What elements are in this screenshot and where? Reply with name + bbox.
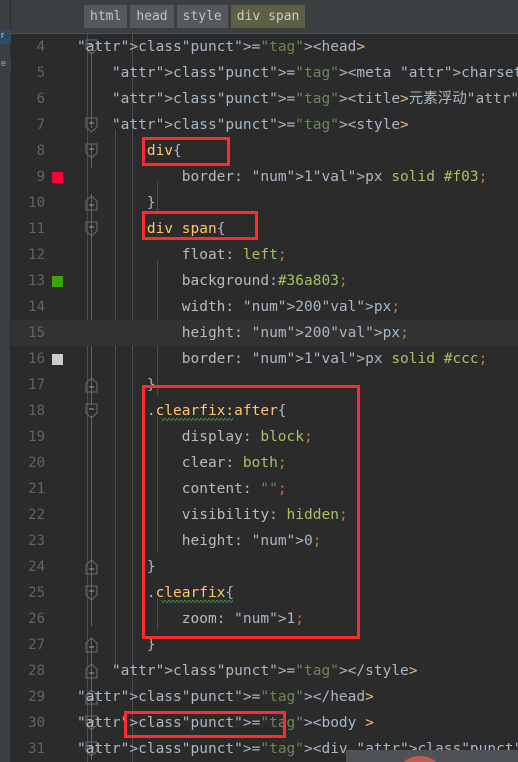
inspection-squiggle [161, 418, 233, 421]
code-text: content: ""; [181, 481, 287, 497]
code-line[interactable]: 6 "attr">class"punct">="tag"><title>元素浮动… [11, 86, 518, 112]
code-text: "attr">class"punct">="tag"><body > [77, 715, 374, 731]
line-number: 23 [28, 533, 45, 549]
code-line[interactable]: 8 div{ [11, 138, 518, 164]
code-text: border: "num">1"val">px solid #f03; [181, 169, 488, 185]
code-line[interactable]: 24 } [11, 554, 518, 580]
code-line[interactable]: 22 visibility: hidden; [11, 502, 518, 528]
code-text: } [146, 637, 156, 653]
line-number: 14 [28, 299, 45, 315]
code-line[interactable]: 13 background:#36a803; [11, 268, 518, 294]
code-text: } [146, 559, 156, 575]
code-text: height: "num">0; [181, 533, 322, 549]
line-number: 8 [36, 143, 45, 159]
code-line[interactable]: 19 display: block; [11, 424, 518, 450]
code-text: "attr">class"punct">="tag"></head> [77, 689, 374, 705]
breadcrumb-item-div-span[interactable]: div span [230, 5, 306, 28]
code-line[interactable]: 14 width: "num">200"val">px; [11, 294, 518, 320]
line-number: 29 [28, 689, 45, 705]
line-number: 17 [28, 377, 45, 393]
code-line[interactable]: 5 "attr">class"punct">="tag"><meta "attr… [11, 60, 518, 86]
code-text: width: "num">200"val">px; [181, 299, 401, 315]
code-line[interactable]: 23 height: "num">0; [11, 528, 518, 554]
code-line[interactable]: 15 height: "num">200"val">px; [11, 320, 518, 346]
code-line[interactable]: 26 zoom: "num">1; [11, 606, 518, 632]
popup-badge-icon [394, 756, 446, 762]
line-number: 20 [28, 455, 45, 471]
code-text: border: "num">1"val">px solid #ccc; [181, 351, 488, 367]
breadcrumb-item-head[interactable]: head [130, 5, 174, 28]
code-line[interactable]: 4 "attr">class"punct">="tag"><head> [11, 34, 518, 60]
line-number: 10 [28, 195, 45, 211]
color-swatch-gutter-icon[interactable] [52, 172, 63, 183]
line-number: 4 [36, 39, 45, 55]
code-line[interactable]: 7 "attr">class"punct">="tag"><style> [11, 112, 518, 138]
code-line[interactable]: 10 } [11, 190, 518, 216]
code-text: "attr">class"punct">="tag"><style> [111, 117, 409, 133]
line-number: 15 [28, 325, 45, 341]
structure-tool-tab[interactable]: e [0, 58, 11, 72]
code-line[interactable]: 21 content: ""; [11, 476, 518, 502]
code-text: "attr">class"punct">="tag"><head> [77, 39, 366, 55]
project-tool-tab[interactable]: r [0, 30, 11, 44]
code-line[interactable]: 29 "attr">class"punct">="tag"></head> [11, 684, 518, 710]
code-line[interactable]: 12 float: left; [11, 242, 518, 268]
tool-window-strip: r e [0, 0, 11, 762]
code-text: div{ [146, 143, 182, 159]
color-swatch-gutter-icon[interactable] [52, 276, 63, 287]
code-text: "attr">class"punct">="tag"></style> [111, 663, 418, 679]
code-text: "attr">class"punct">="tag"><title>元素浮动"a… [111, 91, 518, 107]
code-editor[interactable]: 4 "attr">class"punct">="tag"><head> 5 "att… [11, 33, 518, 762]
ide-window: r e html head style div span 4 "attr">cla… [0, 0, 518, 762]
code-line[interactable]: 28 "attr">class"punct">="tag"></style> [11, 658, 518, 684]
line-number: 13 [28, 273, 45, 289]
code-line[interactable]: 18 .clearfix:after{ [11, 398, 518, 424]
line-number: 27 [28, 637, 45, 653]
line-number: 28 [28, 663, 45, 679]
breadcrumb-item-html[interactable]: html [84, 5, 128, 28]
code-line[interactable]: 30 "attr">class"punct">="tag"><body > [11, 710, 518, 736]
code-line[interactable]: 27 } [11, 632, 518, 658]
breadcrumb-item-style[interactable]: style [176, 5, 228, 28]
line-number: 26 [28, 611, 45, 627]
code-text: zoom: "num">1; [181, 611, 305, 627]
line-number: 6 [36, 91, 45, 107]
line-number: 9 [36, 169, 45, 185]
code-line[interactable]: 20 clear: both; [11, 450, 518, 476]
line-number: 25 [28, 585, 45, 601]
line-number: 19 [28, 429, 45, 445]
bottom-right-popup[interactable] [346, 750, 518, 762]
code-line[interactable]: 25 .clearfix{ [11, 580, 518, 606]
code-text: background:#36a803; [181, 273, 348, 289]
code-text: div span{ [146, 221, 226, 237]
line-number: 21 [28, 481, 45, 497]
line-number: 22 [28, 507, 45, 523]
code-line[interactable]: 16 border: "num">1"val">px solid #ccc; [11, 346, 518, 372]
code-text: height: "num">200"val">px; [181, 325, 409, 341]
inspection-squiggle [161, 600, 233, 603]
code-line[interactable]: 11 div span{ [11, 216, 518, 242]
line-number: 30 [28, 715, 45, 731]
code-line[interactable]: 17 } [11, 372, 518, 398]
code-text: clear: both; [181, 455, 287, 471]
code-text: display: block; [181, 429, 313, 445]
line-number: 31 [28, 741, 45, 757]
line-number: 12 [28, 247, 45, 263]
code-text: "attr">class"punct">="tag"><meta "attr">… [111, 65, 518, 81]
code-text: visibility: hidden; [181, 507, 348, 523]
code-text: } [146, 377, 156, 393]
code-text: } [146, 195, 156, 211]
code-line[interactable]: 9 border: "num">1"val">px solid #f03; [11, 164, 518, 190]
code-text: float: left; [181, 247, 287, 263]
line-number: 18 [28, 403, 45, 419]
line-number: 24 [28, 559, 45, 575]
line-number: 5 [36, 65, 45, 81]
breadcrumb: html head style div span [11, 0, 518, 33]
color-swatch-gutter-icon[interactable] [52, 354, 63, 365]
line-number: 7 [36, 117, 45, 133]
line-number: 11 [28, 221, 45, 237]
line-number: 16 [28, 351, 45, 367]
